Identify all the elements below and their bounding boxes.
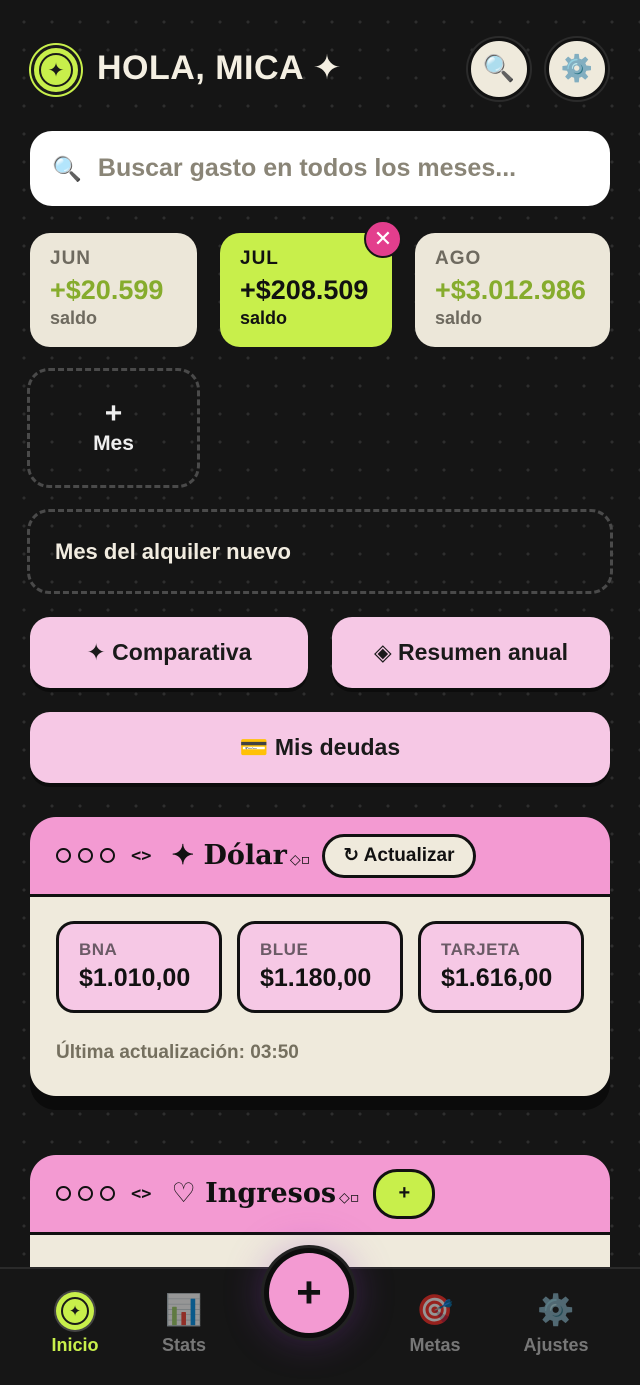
plus-icon: + (104, 397, 123, 430)
window-dots (56, 1186, 115, 1201)
month-card-ago[interactable]: AGO +$3.012.986 saldo (415, 233, 610, 347)
nav-goals-label: Metas (409, 1335, 461, 1355)
search-button[interactable]: 🔍 (468, 38, 530, 100)
window-dots (56, 848, 115, 863)
month-balance: +$20.599 (50, 275, 164, 305)
settings-button[interactable]: ⚙️ (546, 38, 608, 100)
month-balance: +$3.012.986 (435, 275, 586, 305)
gear-icon: ⚙️ (537, 1293, 575, 1328)
search-input[interactable] (97, 154, 568, 183)
income-card-header: <> ♡ Ingresos ◇▫ + (30, 1155, 610, 1235)
comparison-button[interactable]: ✦ Comparativa (30, 617, 308, 688)
nav-settings-label: Ajustes (523, 1335, 589, 1355)
rate-value: $1.180,00 (260, 964, 372, 992)
month-name: JUN (50, 248, 92, 269)
nav-settings[interactable]: ⚙️ Ajustes (501, 1291, 611, 1356)
search-icon: 🔍 (482, 54, 516, 84)
delete-month-button[interactable]: ✕ (364, 220, 402, 258)
last-updated-text: Última actualización: 03:50 (56, 1042, 299, 1063)
sparkle-icon: ✦ (39, 53, 73, 87)
code-icon: <> (131, 1183, 152, 1204)
nav-home[interactable]: ✦ Inicio (20, 1291, 130, 1356)
dollar-card-body: BNA $1.010,00 BLUE $1.180,00 TARJETA $1.… (30, 897, 610, 1096)
month-balance-label: saldo (240, 308, 288, 328)
rate-value: $1.616,00 (441, 964, 553, 992)
month-note[interactable]: Mes del alquiler nuevo (27, 509, 613, 594)
rate-value: $1.010,00 (79, 964, 191, 992)
month-card-jul[interactable]: JUL +$208.509 saldo (220, 233, 392, 347)
month-name: AGO (435, 248, 482, 269)
dollar-card-header: <> ✦ Dólar ◇▫ ↻ Actualizar (30, 817, 610, 897)
annual-summary-button[interactable]: ◈ Resumen anual (332, 617, 610, 688)
add-income-button[interactable]: + (373, 1168, 436, 1219)
greeting-title: HOLA, MICA ✦ (97, 49, 342, 87)
debts-button[interactable]: 💳 Mis deudas (30, 712, 610, 783)
search-bar[interactable]: 🔍 (30, 131, 610, 206)
month-name: JUL (240, 248, 279, 269)
code-icon: <> (131, 845, 152, 866)
month-balance-label: saldo (435, 308, 483, 328)
rate-card-tarjeta: TARJETA $1.616,00 (418, 921, 584, 1013)
refresh-rates-button[interactable]: ↻ Actualizar (322, 833, 476, 878)
month-balance-label: saldo (50, 308, 98, 328)
target-icon: 🎯 (416, 1293, 454, 1328)
rate-name: BLUE (260, 940, 309, 959)
nav-stats[interactable]: 📊 Stats (129, 1291, 239, 1356)
rate-name: BNA (79, 940, 118, 959)
nav-home-label: Inicio (51, 1335, 99, 1355)
add-expense-fab[interactable]: + (264, 1248, 354, 1338)
home-sparkle-icon: ✦ (56, 1292, 94, 1330)
nav-stats-label: Stats (161, 1335, 206, 1355)
search-icon: 🔍 (52, 154, 82, 183)
gear-icon: ⚙️ (560, 54, 594, 84)
rate-name: TARJETA (441, 940, 521, 959)
add-month-label: Mes (93, 432, 134, 455)
nav-goals[interactable]: 🎯 Metas (380, 1291, 490, 1356)
rate-card-blue: BLUE $1.180,00 (237, 921, 403, 1013)
bar-chart-icon: 📊 (165, 1293, 203, 1328)
app-logo: ✦ (31, 45, 81, 95)
rate-card-bna: BNA $1.010,00 (56, 921, 222, 1013)
dollar-card-title: ✦ Dólar ◇▫ (171, 840, 311, 871)
income-card-title: ♡ Ingresos ◇▫ (171, 1178, 360, 1209)
month-balance: +$208.509 (240, 275, 369, 305)
dollar-card: <> ✦ Dólar ◇▫ ↻ Actualizar BNA $1.010,00 … (30, 817, 610, 1096)
add-month-button[interactable]: + Mes (27, 368, 200, 488)
month-card-jun[interactable]: JUN +$20.599 saldo (30, 233, 197, 347)
